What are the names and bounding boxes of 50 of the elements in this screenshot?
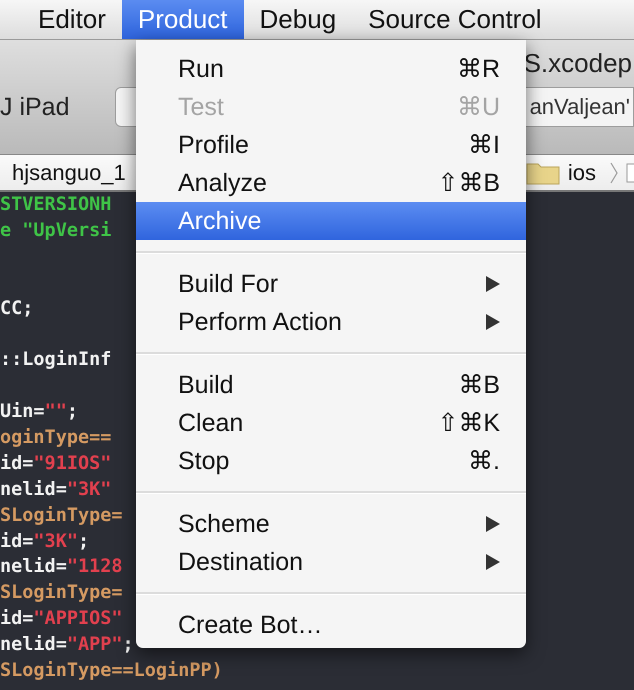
menu-item[interactable]: Create Bot… (136, 606, 526, 644)
code-line: SLoginType= (0, 581, 123, 606)
code-line: SLoginType= (0, 504, 123, 528)
code-line: id="91IOS" (0, 452, 112, 476)
menu-bar-item[interactable]: Product (122, 0, 244, 39)
menu-item[interactable]: Stop ⌘. (136, 442, 526, 480)
code-line: id="APPIOS" (0, 607, 123, 632)
status-text: anValjean' (530, 94, 630, 120)
code-line: CC; (0, 296, 34, 321)
menu-item[interactable]: Perform Action (136, 303, 526, 341)
code-line: nelid="3K" (0, 478, 112, 502)
code-line: STVERSIONH (0, 193, 112, 217)
shortcut-text: ⌘. (468, 446, 500, 476)
shortcut-text: ⇧⌘K (437, 408, 500, 438)
breadcrumb-item[interactable]: hjsanguo_1 (12, 160, 126, 186)
submenu-arrow-icon (486, 314, 500, 330)
submenu-arrow-icon (486, 516, 500, 532)
menu-item[interactable]: Build For (136, 265, 526, 303)
menu-bar-item[interactable]: Editor (22, 0, 122, 39)
submenu-arrow-icon (486, 554, 500, 570)
menu-bar-item[interactable]: Source Control (352, 0, 558, 39)
menu-item[interactable]: Analyze ⇧⌘B (136, 164, 526, 202)
menu-bar-item[interactable]: Debug (244, 0, 352, 39)
code-line: e "UpVersi (0, 218, 112, 243)
menu-item[interactable]: Run ⌘R (136, 50, 526, 88)
code-line: nelid="1128 (0, 555, 123, 580)
shortcut-text: ⇧⌘B (437, 168, 500, 198)
chevron-icon (610, 162, 618, 184)
folder-icon (526, 160, 560, 184)
menu-item[interactable]: Archive (136, 202, 526, 240)
window-title: S.xcodep (524, 48, 632, 78)
shortcut-text: ⌘R (456, 54, 500, 84)
code-line: Uin=""; (0, 400, 78, 424)
menu-item[interactable]: Scheme (136, 505, 526, 543)
code-line: id="3K"; (0, 530, 90, 554)
breadcrumb-item[interactable]: ios (568, 160, 596, 186)
code-line: oginType== (0, 426, 112, 450)
code-line: SLoginType==LoginPP) (0, 659, 223, 684)
shortcut-text: ⌘I (468, 130, 500, 160)
file-icon (626, 162, 634, 184)
shortcut-text: ⌘U (456, 92, 500, 122)
submenu-arrow-icon (486, 276, 500, 292)
code-line: nelid="APP"; (0, 633, 134, 658)
shortcut-text: ⌘B (458, 370, 500, 400)
menu-item[interactable]: Destination (136, 543, 526, 581)
scheme-label[interactable]: J iPad (0, 92, 115, 122)
menu-item[interactable]: Profile ⌘I (136, 126, 526, 164)
menu-item[interactable]: Clean ⇧⌘K (136, 404, 526, 442)
menu-item[interactable]: Build ⌘B (136, 366, 526, 404)
code-line: ::LoginInf (0, 348, 112, 372)
